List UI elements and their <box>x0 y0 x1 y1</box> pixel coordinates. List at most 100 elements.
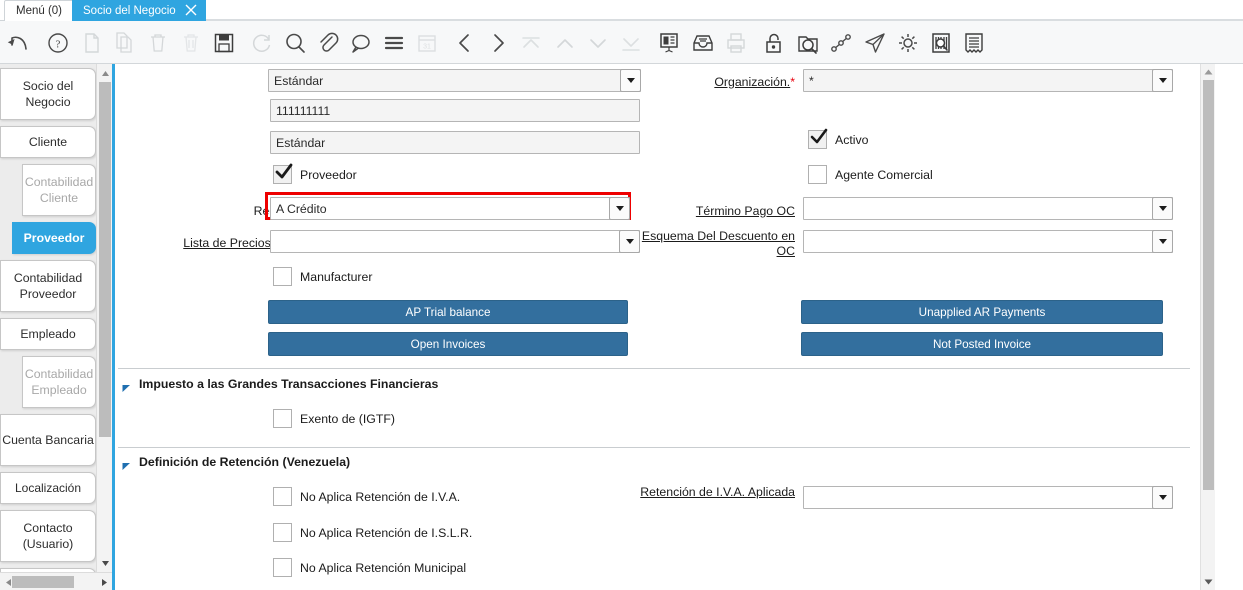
required-marker: * <box>790 75 795 89</box>
proveedor-checkbox[interactable] <box>273 165 292 184</box>
tab-socio-del-negocio[interactable]: Socio del Negocio <box>72 0 206 21</box>
no-retencion-islr-checkbox[interactable] <box>273 523 292 542</box>
scroll-up-icon[interactable] <box>1201 65 1216 79</box>
next-record-icon[interactable] <box>485 30 511 56</box>
sidebar-item-empleado[interactable]: Empleado <box>0 318 96 350</box>
sidebar-item-contacto-usuario[interactable]: Contacto (Usuario) <box>0 510 96 562</box>
prev-record-icon[interactable] <box>452 30 478 56</box>
exento-igtf-checkbox[interactable] <box>273 409 292 428</box>
sidebar-item-label: Proveedor <box>24 230 85 246</box>
activo-checkbox[interactable] <box>808 130 827 149</box>
agente-comercial-checkbox-row[interactable]: Agente Comercial <box>808 165 933 184</box>
retencion-iva-aplicada-field[interactable] <box>803 486 1173 509</box>
barcode-icon[interactable] <box>928 30 954 56</box>
main-toolbar: ? 3 <box>0 21 1243 64</box>
no-retencion-islr-checkbox-row[interactable]: No Aplica Retención de I.S.L.R. <box>273 523 472 542</box>
gear-icon[interactable] <box>895 30 921 56</box>
attachment-icon[interactable] <box>315 30 341 56</box>
scroll-up-icon[interactable] <box>97 65 113 81</box>
nombre-field[interactable]: Estándar <box>270 131 640 154</box>
no-retencion-municipal-checkbox[interactable] <box>273 558 292 577</box>
undo-icon[interactable] <box>6 30 32 56</box>
tab-socio-del-negocio-label: Socio del Negocio <box>83 5 176 17</box>
document-icon[interactable] <box>961 30 987 56</box>
termino-pago-oc-dropdown-button[interactable] <box>1152 197 1173 220</box>
esquema-descuento-oc-dropdown-button[interactable] <box>1152 230 1173 253</box>
agente-comercial-checkbox[interactable] <box>808 165 827 184</box>
sidebar-horizontal-scrollbar[interactable] <box>0 572 112 590</box>
content-scroll-thumb[interactable] <box>1203 80 1214 490</box>
not-posted-invoice-label: Not Posted Invoice <box>933 338 1031 351</box>
application-window: Menú (0) Socio del Negocio ? <box>0 0 1243 590</box>
sidebar-item-socio-del-negocio[interactable]: Socio del Negocio <box>0 68 96 120</box>
esquema-descuento-oc-field[interactable] <box>803 230 1173 253</box>
no-retencion-iva-checkbox-row[interactable]: No Aplica Retención de I.V.A. <box>273 487 460 506</box>
manufacturer-label: Manufacturer <box>300 270 372 284</box>
termino-pago-oc-field[interactable] <box>803 197 1173 220</box>
no-retencion-iva-label: No Aplica Retención de I.V.A. <box>300 490 460 504</box>
sidebar-item-localizacion[interactable]: Localización <box>0 472 96 504</box>
zoom-folder-icon[interactable] <box>795 30 821 56</box>
send-icon[interactable] <box>862 30 888 56</box>
help-icon[interactable]: ? <box>45 30 71 56</box>
unapplied-ar-payments-button[interactable]: Unapplied AR Payments <box>801 300 1163 324</box>
check-icon <box>808 126 830 148</box>
manufacturer-checkbox[interactable] <box>273 267 292 286</box>
scroll-right-icon[interactable] <box>96 573 112 590</box>
exento-igtf-label: Exento de (IGTF) <box>300 412 395 426</box>
organizacion-value: * <box>809 74 814 88</box>
sidebar-item-proveedor[interactable]: Proveedor <box>12 222 96 254</box>
search-icon[interactable] <box>282 30 308 56</box>
codigo-field[interactable]: 111111111 <box>270 99 640 122</box>
archive-icon[interactable] <box>690 30 716 56</box>
sidebar-vertical-scrollbar[interactable] <box>96 64 112 572</box>
sidebar-item-cliente[interactable]: Cliente <box>0 126 96 158</box>
exento-igtf-checkbox-row[interactable]: Exento de (IGTF) <box>273 409 395 428</box>
sidebar-scroll-thumb[interactable] <box>99 82 111 437</box>
lock-icon[interactable] <box>761 30 787 56</box>
chevron-down-icon <box>1159 495 1167 500</box>
no-retencion-municipal-checkbox-row[interactable]: No Aplica Retención Municipal <box>273 558 466 577</box>
activo-checkbox-row[interactable]: Activo <box>808 130 869 149</box>
up-record-icon <box>552 30 578 56</box>
copy-record-icon <box>112 30 138 56</box>
chat-icon[interactable] <box>348 30 374 56</box>
tab-menu[interactable]: Menú (0) <box>4 0 74 21</box>
igtf-section-title: Impuesto a las Grandes Transacciones Fin… <box>139 377 438 391</box>
scroll-down-icon[interactable] <box>1201 575 1216 589</box>
no-retencion-iva-checkbox[interactable] <box>273 487 292 506</box>
grid-toggle-icon[interactable] <box>381 30 407 56</box>
report-icon[interactable] <box>656 30 682 56</box>
last-record-icon <box>618 30 644 56</box>
save-icon[interactable] <box>211 30 237 56</box>
organizacion-field[interactable]: * <box>803 69 1173 92</box>
record-form: Compañía* Estándar Organización.* * Códi… <box>115 64 1191 590</box>
lista-precios-compra-field[interactable] <box>270 230 640 253</box>
workflow-icon[interactable] <box>828 30 854 56</box>
chevron-down-icon <box>627 78 635 83</box>
retencion-iva-aplicada-dropdown-button[interactable] <box>1152 486 1173 509</box>
ap-trial-balance-label: AP Trial balance <box>406 306 491 319</box>
collapse-triangle-icon[interactable] <box>122 380 131 389</box>
sidebar-item-cuenta-bancaria[interactable]: Cuenta Bancaria <box>0 414 96 466</box>
organizacion-dropdown-button[interactable] <box>1152 69 1173 92</box>
svg-text:?: ? <box>56 39 61 51</box>
termino-pago-oc-label: Término Pago OC <box>660 204 795 219</box>
sidebar-hscroll-thumb[interactable] <box>12 576 74 588</box>
scroll-down-icon[interactable] <box>97 555 113 571</box>
open-invoices-button[interactable]: Open Invoices <box>268 332 628 356</box>
retencion-section-title: Definición de Retención (Venezuela) <box>139 455 350 469</box>
sidebar-item-contabilidad-proveedor[interactable]: Contabilidad Proveedor <box>0 260 96 312</box>
close-icon[interactable] <box>184 3 198 17</box>
sidebar-item-contabilidad-empleado[interactable]: Contabilidad Empleado <box>22 356 96 408</box>
not-posted-invoice-button[interactable]: Not Posted Invoice <box>801 332 1163 356</box>
compania-field[interactable]: Estándar <box>268 69 641 92</box>
regla-de-pago-dropdown-button[interactable] <box>609 197 630 220</box>
proveedor-checkbox-row[interactable]: Proveedor <box>273 165 357 184</box>
manufacturer-checkbox-row[interactable]: Manufacturer <box>273 267 372 286</box>
content-vertical-scrollbar[interactable] <box>1200 64 1215 590</box>
ap-trial-balance-button[interactable]: AP Trial balance <box>268 300 628 324</box>
regla-de-pago-field[interactable]: A Crédito <box>270 197 630 220</box>
collapse-triangle-icon[interactable] <box>122 458 131 467</box>
sidebar-item-contabilidad-cliente[interactable]: Contabilidad Cliente <box>22 164 96 216</box>
